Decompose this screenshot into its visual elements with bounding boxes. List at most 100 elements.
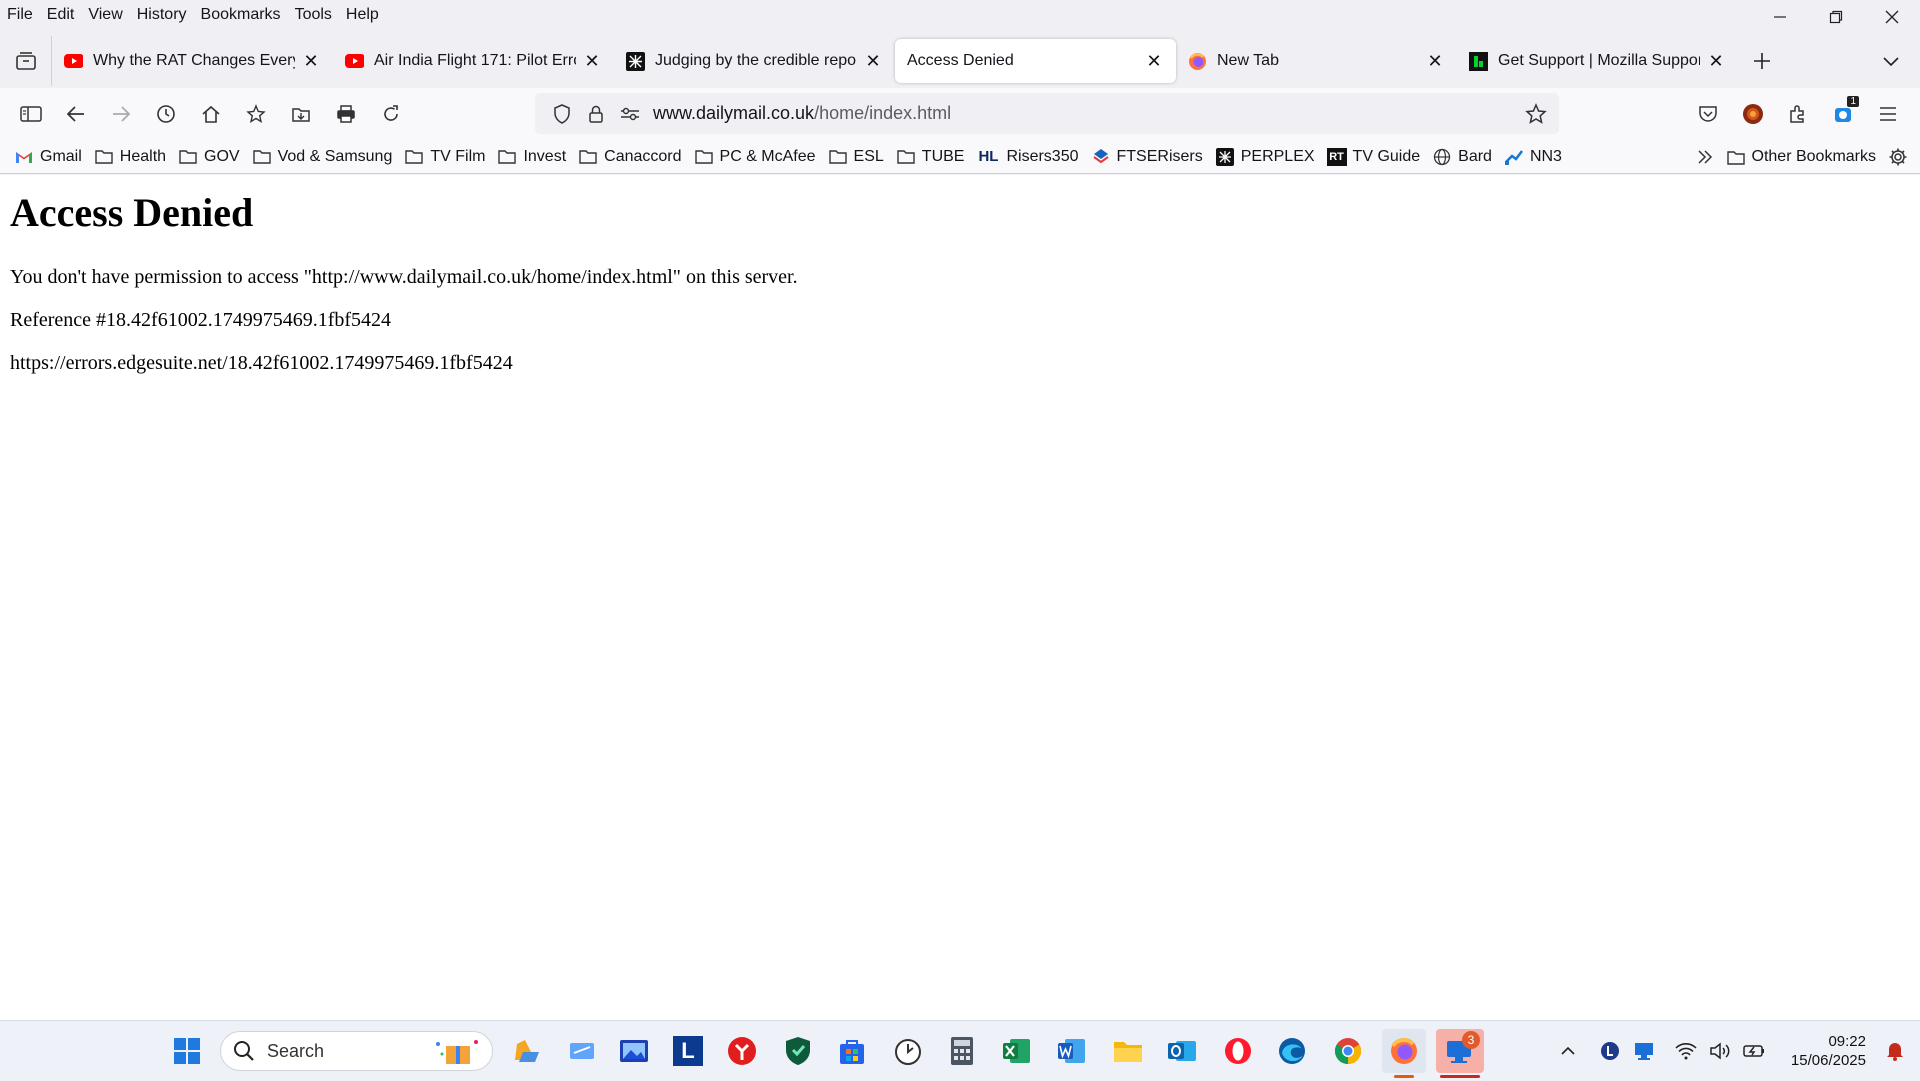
menu-file[interactable]: File bbox=[0, 6, 40, 24]
bookmark-label: Gmail bbox=[40, 147, 82, 165]
close-tab-icon[interactable]: ✕ bbox=[582, 51, 602, 71]
back-button[interactable] bbox=[53, 94, 98, 134]
active-app-indicator bbox=[1394, 1075, 1414, 1078]
print-button[interactable] bbox=[323, 94, 368, 134]
taskbar-app-chrome[interactable] bbox=[1326, 1029, 1370, 1073]
bookmark-folder-health[interactable]: Health bbox=[88, 142, 172, 172]
bookmarks-menu-button[interactable] bbox=[233, 94, 278, 134]
home-button[interactable] bbox=[188, 94, 233, 134]
history-button[interactable] bbox=[143, 94, 188, 134]
taskbar: Search L 3 09:22 15/06/2025 bbox=[0, 1020, 1920, 1080]
bookmark-folder-tv-film[interactable]: TV Film bbox=[398, 142, 491, 172]
url-text[interactable]: www.dailymail.co.uk/home/index.html bbox=[653, 103, 1519, 124]
taskbar-app-word[interactable] bbox=[1050, 1029, 1094, 1073]
tray-app-l[interactable] bbox=[1595, 1036, 1625, 1066]
bookmark-nn3[interactable]: NN3 bbox=[1498, 142, 1568, 172]
notifications-button[interactable] bbox=[1880, 1036, 1910, 1066]
tab-1[interactable]: Air India Flight 171: Pilot Error? ✕ bbox=[333, 39, 614, 83]
close-tab-icon[interactable]: ✕ bbox=[1144, 51, 1164, 71]
folder-icon bbox=[404, 148, 424, 166]
tab-3-active[interactable]: Access Denied ✕ bbox=[895, 39, 1176, 83]
tracking-protection-shield-icon[interactable] bbox=[545, 97, 579, 131]
bookmark-folder-esl[interactable]: ESL bbox=[822, 142, 890, 172]
taskbar-clock[interactable]: 09:22 15/06/2025 bbox=[1791, 1032, 1866, 1070]
pocket-button[interactable] bbox=[1685, 94, 1730, 134]
account-avatar-button[interactable] bbox=[1730, 94, 1775, 134]
taskbar-app-edge[interactable] bbox=[1270, 1029, 1314, 1073]
more-bookmarks-chevron[interactable] bbox=[1690, 142, 1720, 172]
app-menu-button[interactable] bbox=[1865, 94, 1910, 134]
tab-2[interactable]: Judging by the credible reports ✕ bbox=[614, 39, 895, 83]
start-button[interactable] bbox=[165, 1029, 209, 1073]
close-tab-icon[interactable]: ✕ bbox=[301, 51, 321, 71]
bookmark-perplex[interactable]: PERPLEX bbox=[1209, 142, 1321, 172]
taskbar-app-outlook[interactable] bbox=[1160, 1029, 1204, 1073]
bookmarks-settings-button[interactable] bbox=[1882, 142, 1914, 172]
tray-app-remote[interactable] bbox=[1629, 1036, 1659, 1066]
taskbar-app-scanner[interactable] bbox=[560, 1029, 604, 1073]
extension-badge-button[interactable]: 1 bbox=[1820, 94, 1865, 134]
taskbar-app-opera[interactable] bbox=[1216, 1029, 1260, 1073]
forward-button[interactable] bbox=[98, 94, 143, 134]
bookmark-gmail[interactable]: Gmail bbox=[8, 142, 88, 172]
taskbar-app-calculator[interactable] bbox=[940, 1029, 984, 1073]
taskbar-app-security[interactable] bbox=[776, 1029, 820, 1073]
close-tab-icon[interactable]: ✕ bbox=[1706, 51, 1726, 71]
bookmark-folder-tube[interactable]: TUBE bbox=[890, 142, 971, 172]
taskbar-app-file-explorer[interactable] bbox=[1106, 1029, 1150, 1073]
bookmark-tv-guide[interactable]: RT TV Guide bbox=[1321, 142, 1427, 172]
menu-view[interactable]: View bbox=[81, 6, 129, 24]
menu-help[interactable]: Help bbox=[339, 6, 386, 24]
taskbar-app-onedrive[interactable] bbox=[505, 1029, 549, 1073]
new-tab-button[interactable] bbox=[1742, 41, 1782, 81]
show-hidden-icons-button[interactable] bbox=[1553, 1036, 1583, 1066]
menu-bookmarks[interactable]: Bookmarks bbox=[194, 6, 288, 24]
firefox-view-button[interactable] bbox=[0, 36, 52, 86]
menu-history[interactable]: History bbox=[130, 6, 194, 24]
close-window-button[interactable] bbox=[1864, 0, 1920, 34]
minimize-button[interactable] bbox=[1752, 0, 1808, 34]
taskbar-app-remote[interactable]: 3 bbox=[1436, 1029, 1484, 1078]
sidebar-button[interactable] bbox=[8, 94, 53, 134]
taskbar-app-store[interactable] bbox=[830, 1029, 874, 1073]
restore-button[interactable] bbox=[1808, 0, 1864, 34]
address-bar[interactable]: www.dailymail.co.uk/home/index.html bbox=[535, 93, 1559, 134]
volume-status[interactable] bbox=[1705, 1036, 1735, 1066]
close-tab-icon[interactable]: ✕ bbox=[1425, 51, 1445, 71]
bookmark-bard[interactable]: Bard bbox=[1426, 142, 1498, 172]
taskbar-app-red-arrow[interactable] bbox=[720, 1029, 764, 1073]
taskbar-app-clock[interactable] bbox=[886, 1029, 930, 1073]
wifi-status[interactable] bbox=[1671, 1036, 1701, 1066]
other-bookmarks-folder[interactable]: Other Bookmarks bbox=[1720, 142, 1882, 172]
extensions-button[interactable] bbox=[1775, 94, 1820, 134]
battery-status[interactable] bbox=[1739, 1036, 1769, 1066]
bookmark-folder-gov[interactable]: GOV bbox=[172, 142, 246, 172]
mozilla-support-icon bbox=[1469, 51, 1488, 71]
taskbar-app-excel[interactable] bbox=[995, 1029, 1039, 1073]
bookmark-folder-canaccord[interactable]: Canaccord bbox=[572, 142, 687, 172]
close-tab-icon[interactable]: ✕ bbox=[863, 51, 883, 71]
bookmark-folder-invest[interactable]: Invest bbox=[491, 142, 572, 172]
reload-button[interactable] bbox=[368, 94, 413, 134]
taskbar-search[interactable]: Search bbox=[220, 1031, 493, 1071]
clock-date: 15/06/2025 bbox=[1790, 1052, 1866, 1069]
taskbar-app-photos[interactable] bbox=[612, 1029, 656, 1073]
list-all-tabs-button[interactable] bbox=[1876, 46, 1906, 76]
taskbar-app-l[interactable]: L bbox=[666, 1029, 710, 1073]
tab-4[interactable]: New Tab ✕ bbox=[1176, 39, 1457, 83]
tab-5[interactable]: Get Support | Mozilla Support ✕ bbox=[1457, 39, 1738, 83]
folder-icon bbox=[828, 148, 848, 166]
tab-0[interactable]: Why the RAT Changes Everythin ✕ bbox=[52, 39, 333, 83]
lock-icon[interactable] bbox=[579, 97, 613, 131]
bookmark-folder-pc-mcafee[interactable]: PC & McAfee bbox=[688, 142, 822, 172]
opera-icon bbox=[1225, 1038, 1251, 1064]
downloads-button[interactable] bbox=[278, 94, 323, 134]
bookmark-folder-vod-samsung[interactable]: Vod & Samsung bbox=[246, 142, 399, 172]
permissions-icon[interactable] bbox=[613, 97, 647, 131]
bookmark-star-icon[interactable] bbox=[1519, 97, 1553, 131]
menu-tools[interactable]: Tools bbox=[288, 6, 339, 24]
menu-edit[interactable]: Edit bbox=[40, 6, 82, 24]
bookmark-ftserisers[interactable]: FTSERisers bbox=[1085, 142, 1209, 172]
taskbar-app-firefox[interactable] bbox=[1382, 1029, 1426, 1078]
bookmark-risers350[interactable]: HL Risers350 bbox=[970, 142, 1084, 172]
